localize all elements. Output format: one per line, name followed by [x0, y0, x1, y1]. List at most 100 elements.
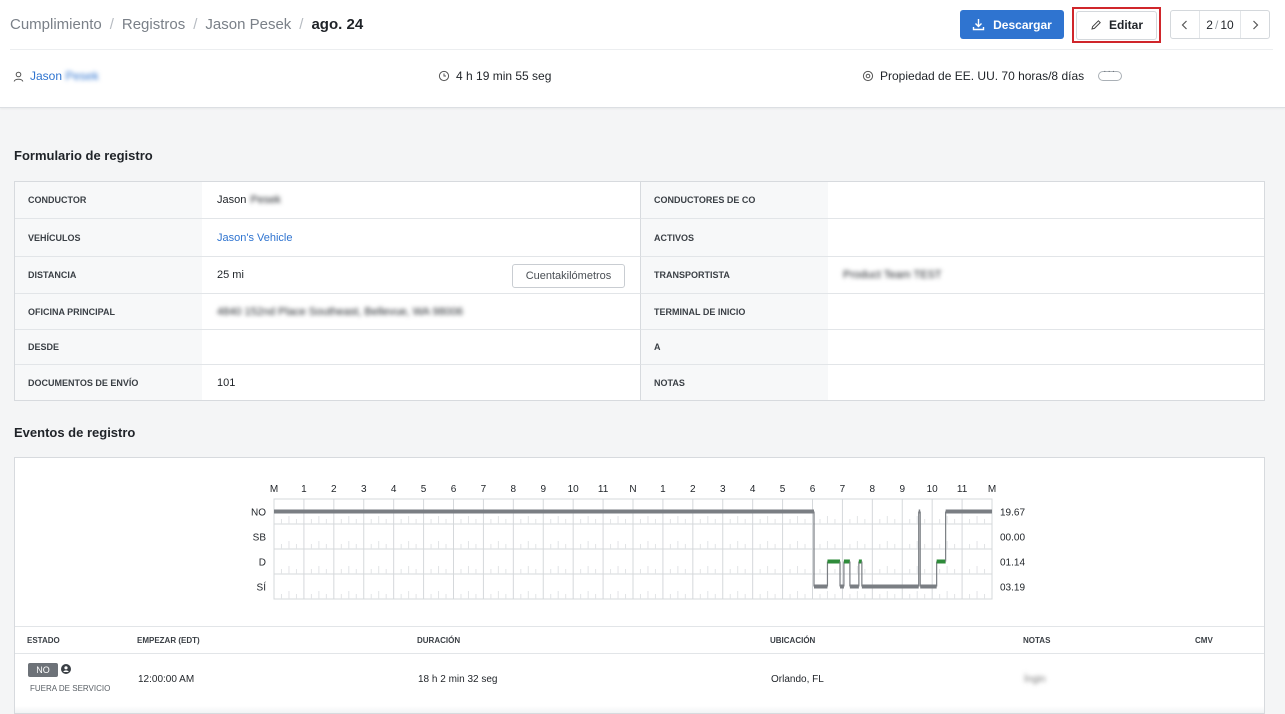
form-label-text: OFICINA PRINCIPAL	[28, 306, 115, 317]
hour-label: 7	[481, 484, 487, 495]
form-label-text: CONDUCTORES DE CO	[654, 195, 756, 205]
form-value-text: Jason	[217, 194, 247, 206]
hour-label: M	[988, 484, 996, 495]
form-label-text: VEHÍCULOS	[28, 232, 81, 243]
col-notes: NOTAS	[1023, 636, 1051, 645]
form-label: VEHÍCULOS	[15, 219, 202, 257]
status-text: FUERA DE SERVICIO	[30, 684, 111, 693]
hour-label: 9	[899, 484, 905, 495]
driver-last-name: Pesek	[250, 194, 281, 206]
form-label: TERMINAL DE INICIO	[640, 294, 828, 330]
col-duration: DURACIÓN	[417, 636, 461, 645]
breadcrumb-separator: /	[299, 15, 304, 33]
odometer-button[interactable]: Cuentakilómetros	[512, 264, 625, 288]
hour-label: 8	[511, 484, 517, 495]
status-label: NO	[251, 508, 266, 519]
form-label-text: A	[654, 342, 661, 352]
ruleset-summary: Propiedad de EE. UU. 70 horas/8 días	[862, 66, 1123, 84]
status-badge: NO	[28, 663, 58, 677]
events-card: M 1 2 3 4 5 6 7 8 9 10 11 N 1 2 3 4 5 6 7 8 9 10 11 M NO SB D SÍ 19.6…	[14, 457, 1265, 714]
hour-label: 4	[750, 484, 756, 495]
form-label: OFICINA PRINCIPAL	[15, 294, 202, 330]
breadcrumb: Cumplimiento / Registros / Jason Pesek /…	[10, 14, 363, 34]
more-options-button[interactable]	[1098, 66, 1123, 81]
event-location: Orlando, FL	[771, 674, 824, 685]
status-label: SB	[253, 533, 267, 544]
form-label: ACTIVOS	[640, 219, 828, 257]
table-row[interactable]: NO FUERA DE SERVICIO 12:00:00 AM 18 h 2 …	[15, 654, 1264, 706]
event-start: 12:00:00 AM	[138, 674, 195, 685]
download-button[interactable]: Descargar	[960, 10, 1064, 39]
shift-duration: 4 h 19 min 55 seg	[456, 69, 552, 83]
status-total: 19.67	[1000, 508, 1025, 519]
form-value	[828, 365, 1264, 400]
form-label: NOTAS	[640, 365, 828, 400]
hour-label: 11	[957, 484, 968, 495]
driver-summary: Jason Pesek	[13, 68, 99, 84]
scroll-fade	[15, 706, 1264, 713]
hour-label: 1	[660, 484, 666, 495]
form-value-text: 25 mi	[217, 269, 244, 281]
form-label-text: NOTAS	[654, 377, 685, 388]
pager-current: 2	[1206, 17, 1213, 32]
status-label: D	[259, 558, 266, 569]
breadcrumb-compliance[interactable]: Cumplimiento	[10, 16, 102, 33]
hour-label: 11	[598, 484, 609, 495]
form-label-text: DOCUMENTOS DE ENVÍO	[28, 377, 139, 388]
hour-label: 5	[780, 484, 786, 495]
events-title: Eventos de registro	[14, 425, 136, 440]
log-header: Cumplimiento / Registros / Jason Pesek /…	[0, 0, 1285, 108]
form-label-text: TRANSPORTISTA	[654, 270, 730, 280]
form-value: Jason Pesek	[202, 182, 640, 219]
ruleset-icon	[862, 70, 874, 82]
edit-label: Editar	[1108, 18, 1143, 32]
form-value	[202, 330, 640, 365]
hour-label: 2	[690, 484, 696, 495]
events-table-header: ESTADO EMPEZAR (EDT) DURACIÓN UBICACIÓN …	[15, 626, 1264, 654]
form-label: DESDE	[15, 330, 202, 365]
form-value-text: 4840 152nd Place Southeast, Bellevue, WA…	[217, 305, 464, 318]
form-label: DOCUMENTOS DE ENVÍO	[15, 365, 202, 400]
driver-status-icon	[61, 664, 71, 674]
status-total: 01.14	[1000, 558, 1025, 569]
event-duration: 18 h 2 min 32 seg	[418, 674, 498, 685]
hour-label: N	[629, 484, 636, 495]
form-label: CONDUCTORES DE CO	[640, 182, 828, 219]
edit-button[interactable]: Editar	[1076, 10, 1157, 40]
clock-icon	[438, 70, 450, 82]
log-pager: 2 / 10	[1170, 10, 1270, 39]
hour-label: 10	[927, 484, 939, 495]
breadcrumb-logs[interactable]: Registros	[122, 16, 185, 33]
hour-label: 4	[391, 484, 397, 495]
form-label: CONDUCTOR	[15, 182, 202, 219]
status-total: 00.00	[1000, 533, 1025, 544]
next-log-button[interactable]	[1241, 11, 1269, 38]
hour-label: 3	[720, 484, 726, 495]
col-start: EMPEZAR (EDT)	[137, 636, 200, 645]
pager-count: 2 / 10	[1199, 11, 1241, 38]
breadcrumb-separator: /	[109, 15, 114, 33]
form-value: Product Team TEST	[828, 257, 1264, 294]
driver-link[interactable]: Jason Pesek	[30, 69, 99, 83]
breadcrumb-driver[interactable]: Jason Pesek	[205, 16, 291, 33]
hour-label: M	[270, 484, 278, 495]
col-location: UBICACIÓN	[770, 636, 816, 645]
form-value-text: 101	[217, 376, 236, 389]
hour-label: 2	[331, 484, 337, 495]
download-icon	[972, 19, 985, 31]
pencil-icon	[1091, 20, 1101, 30]
page-title: ago. 24	[311, 15, 364, 33]
status-total: 03.19	[1000, 583, 1025, 594]
event-notes: Íngin	[1024, 674, 1046, 685]
hour-label: 1	[301, 484, 307, 495]
status-label: SÍ	[257, 581, 267, 594]
chevron-right-icon	[1253, 20, 1259, 29]
previous-log-button[interactable]	[1171, 11, 1199, 38]
pager-total: 10	[1220, 17, 1234, 32]
hos-graph: M 1 2 3 4 5 6 7 8 9 10 11 N 1 2 3 4 5 6 7 8 9 10 11 M NO SB D SÍ 19.6…	[251, 484, 1025, 600]
user-icon	[13, 71, 24, 82]
header-divider	[10, 49, 1273, 50]
vehicle-link[interactable]: Jason's Vehicle	[202, 219, 640, 257]
form-label-text: CONDUCTOR	[28, 195, 87, 205]
form-label: DISTANCIA	[15, 257, 202, 294]
